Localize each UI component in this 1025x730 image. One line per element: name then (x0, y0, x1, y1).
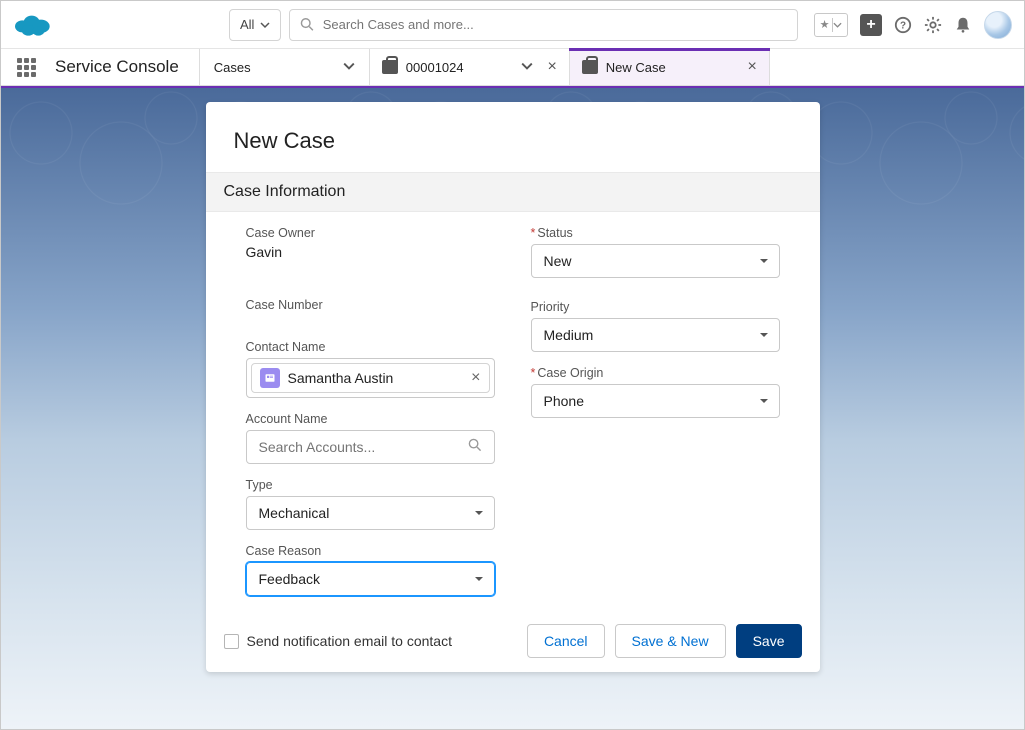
priority-value: Medium (544, 327, 594, 343)
field-label: Priority (531, 300, 780, 314)
search-icon (468, 438, 482, 457)
field-account-name: Account Name (246, 412, 495, 464)
field-contact-name: Contact Name Samantha Austin × (246, 340, 495, 398)
global-search-input[interactable] (323, 17, 787, 32)
close-tab-button[interactable]: × (547, 58, 556, 76)
case-reason-value: Feedback (259, 571, 320, 587)
field-label: *Case Origin (531, 366, 780, 380)
global-header: All ★ + ? (1, 1, 1024, 49)
section-header: Case Information (206, 172, 820, 212)
type-select[interactable]: Mechanical (246, 496, 495, 530)
app-name: Service Console (51, 49, 200, 85)
global-search[interactable] (289, 9, 798, 41)
search-icon (300, 17, 314, 32)
object-tab-cases[interactable]: Cases (200, 49, 370, 85)
cancel-button[interactable]: Cancel (527, 624, 605, 658)
contact-name-value: Samantha Austin (288, 370, 394, 386)
global-actions-button[interactable]: + (860, 14, 882, 36)
object-tab-label: Cases (214, 60, 251, 75)
chevron-down-icon (832, 18, 842, 32)
remove-contact-button[interactable]: × (471, 369, 480, 387)
console-navigation: Service Console Cases 00001024 × New Cas… (1, 49, 1024, 86)
setup-button[interactable] (924, 16, 942, 34)
app-launcher[interactable] (1, 49, 51, 85)
field-label: Account Name (246, 412, 495, 426)
search-scope-label: All (240, 17, 254, 32)
field-case-number: Case Number (246, 298, 495, 316)
checkbox-icon (224, 634, 239, 649)
user-avatar[interactable] (984, 11, 1012, 39)
save-button[interactable]: Save (736, 624, 802, 658)
modal-title: New Case (206, 102, 820, 172)
tab-label: 00001024 (406, 60, 464, 75)
case-owner-value: Gavin (246, 244, 495, 260)
field-label: *Status (531, 226, 780, 240)
priority-select[interactable]: Medium (531, 318, 780, 352)
waffle-icon (17, 58, 36, 77)
gear-icon (924, 16, 942, 34)
chevron-down-icon (759, 253, 769, 269)
modal-footer: Send notification email to contact Cance… (206, 610, 820, 658)
chevron-down-icon (260, 20, 270, 30)
field-status: *Status New (531, 226, 780, 278)
field-type: Type Mechanical (246, 478, 495, 530)
checkbox-label: Send notification email to contact (247, 633, 452, 649)
status-select[interactable]: New (531, 244, 780, 278)
chevron-down-icon (474, 571, 484, 587)
field-priority: Priority Medium (531, 300, 780, 352)
svg-text:?: ? (900, 20, 906, 31)
plus-icon: + (866, 16, 875, 34)
chevron-down-icon (474, 505, 484, 521)
tab-label: New Case (606, 60, 666, 75)
bell-icon (954, 16, 972, 34)
field-label: Type (246, 478, 495, 492)
case-origin-select[interactable]: Phone (531, 384, 780, 418)
field-label: Contact Name (246, 340, 495, 354)
field-label: Case Owner (246, 226, 495, 240)
case-icon (582, 60, 598, 74)
type-value: Mechanical (259, 505, 330, 521)
chevron-down-icon (759, 327, 769, 343)
account-name-lookup[interactable] (246, 430, 495, 464)
notifications-button[interactable] (954, 16, 972, 34)
workspace-tab-00001024[interactable]: 00001024 × (370, 49, 570, 85)
send-notification-checkbox[interactable]: Send notification email to contact (224, 633, 452, 649)
account-search-input[interactable] (259, 439, 460, 455)
chevron-down-icon (343, 60, 355, 75)
star-icon: ★ (820, 18, 830, 31)
chevron-down-icon (759, 393, 769, 409)
field-case-reason: Case Reason Feedback (246, 544, 495, 596)
contact-name-lookup[interactable]: Samantha Austin × (246, 358, 495, 398)
contact-icon (260, 368, 280, 388)
favorites-button[interactable]: ★ (814, 13, 848, 37)
save-and-new-button[interactable]: Save & New (615, 624, 726, 658)
help-icon: ? (894, 16, 912, 34)
field-case-owner: Case Owner Gavin (246, 226, 495, 260)
close-tab-button[interactable]: × (747, 58, 756, 76)
chevron-down-icon[interactable] (521, 60, 533, 75)
salesforce-logo[interactable] (13, 11, 53, 39)
search-scope-dropdown[interactable]: All (229, 9, 281, 41)
case-icon (382, 60, 398, 74)
workspace-tab-new-case[interactable]: New Case × (570, 49, 770, 85)
field-label: Case Number (246, 298, 495, 312)
case-origin-value: Phone (544, 393, 584, 409)
case-reason-select[interactable]: Feedback (246, 562, 495, 596)
field-case-origin: *Case Origin Phone (531, 366, 780, 418)
help-button[interactable]: ? (894, 16, 912, 34)
page-background: New Case Case Information Case Owner Gav… (1, 88, 1024, 729)
field-label: Case Reason (246, 544, 495, 558)
new-case-modal: New Case Case Information Case Owner Gav… (206, 102, 820, 672)
status-value: New (544, 253, 572, 269)
